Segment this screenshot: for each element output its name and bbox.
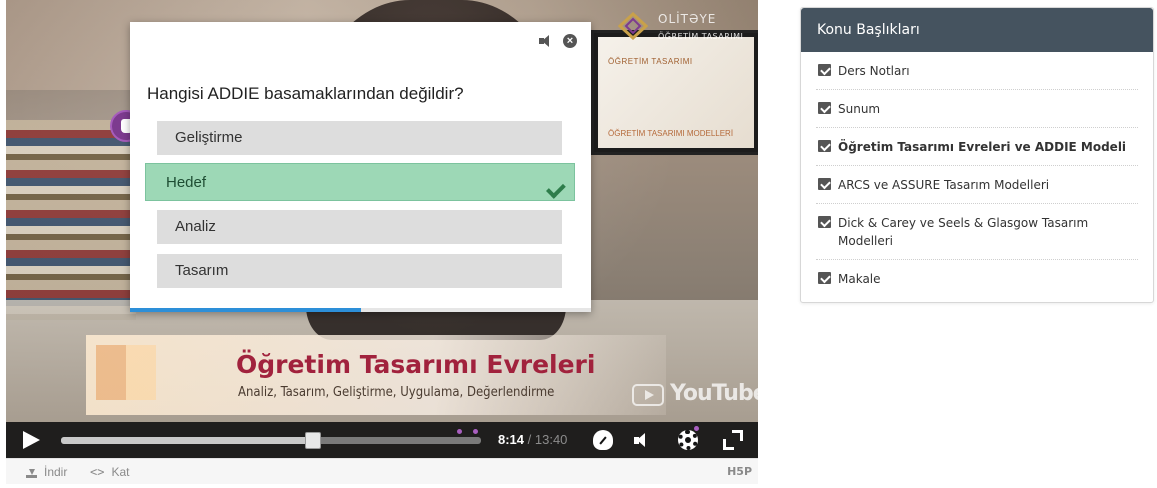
seek-bar-played [61, 437, 313, 444]
quiz-option[interactable]: Tasarım [157, 254, 562, 288]
logo-mark-icon [618, 12, 648, 40]
quiz-progress-bar [130, 308, 591, 312]
download-label: İndir [44, 465, 68, 479]
embed-button[interactable]: <> Kat [90, 465, 129, 479]
topic-label: Dick & Carey ve Seels & Glasgow Tasarım … [838, 216, 1089, 248]
check-icon [544, 174, 564, 188]
lower-third-subtitle: Analiz, Tasarım, Geliştirme, Uygulama, D… [238, 385, 555, 400]
quiz-option[interactable]: Analiz [157, 210, 562, 244]
total-time: / 13:40 [527, 432, 568, 447]
monitor-text-sub: ÖĞRETİM TASARIMI MODELLERİ [608, 129, 734, 138]
video-monitor: ÖĞRETİM TASARIMI ÖĞRETİM TASARIMI MODELL… [591, 30, 758, 155]
quiz-option[interactable]: Geliştirme [157, 121, 562, 155]
youtube-play-icon [632, 384, 664, 406]
topic-item[interactable]: Dick & Carey ve Seels & Glasgow Tasarım … [816, 204, 1138, 260]
play-icon[interactable] [23, 431, 40, 449]
topic-label: ARCS ve ASSURE Tasarım Modelleri [838, 178, 1050, 192]
volume-icon[interactable] [634, 432, 654, 448]
interaction-marker-dot[interactable] [457, 429, 462, 434]
topic-item[interactable]: Sunum [816, 90, 1138, 128]
topic-label: Makale [838, 272, 881, 286]
h5p-logo[interactable]: H5P [727, 465, 752, 478]
lower-third-decoration [96, 345, 156, 400]
player-controls: 8:14 / 13:40 [6, 422, 758, 458]
quality-icon[interactable] [593, 430, 613, 450]
seek-bar[interactable] [61, 429, 481, 449]
topic-item-active[interactable]: Öğretim Tasarımı Evreleri ve ADDIE Model… [816, 128, 1138, 166]
document-check-icon [818, 102, 831, 114]
fullscreen-icon[interactable] [723, 430, 743, 450]
monitor-screen: ÖĞRETİM TASARIMI ÖĞRETİM TASARIMI MODELL… [598, 37, 754, 148]
quiz-progress-fill [130, 308, 361, 312]
interactive-video-player: ÖĞRETİM TASARIMI ÖĞRETİM TASARIMI MODELL… [6, 0, 758, 488]
quiz-tools: × [539, 34, 577, 48]
quiz-option-label: Hedef [166, 174, 207, 191]
quiz-question: Hangisi ADDIE basamaklarından değildir? [147, 84, 464, 103]
lower-third-title: Öğretim Tasarımı Evreleri [236, 350, 596, 379]
video-background-books [6, 120, 136, 320]
topic-label: Sunum [838, 102, 881, 116]
channel-logo: OLİTƏYE ÖĞRETİM TASARIMI [618, 10, 758, 44]
topic-label: Ders Notları [838, 64, 910, 78]
monitor-text-title: ÖĞRETİM TASARIMI [608, 57, 693, 66]
embed-icon: <> [90, 465, 105, 479]
topic-item[interactable]: Makale [816, 260, 1138, 297]
quiz-option-correct[interactable]: Hedef [145, 163, 575, 201]
seek-handle[interactable] [305, 432, 321, 449]
topic-item[interactable]: Ders Notları [816, 52, 1138, 90]
document-check-icon [818, 64, 831, 76]
quiz-dialog: × Hangisi ADDIE basamaklarından değildir… [130, 22, 591, 312]
settings-indicator-dot [694, 426, 699, 431]
speaker-icon[interactable] [539, 34, 553, 48]
topics-list: Ders Notları Sunum Öğretim Tasarımı Evre… [801, 52, 1153, 297]
gear-icon[interactable] [678, 430, 698, 450]
document-check-icon [818, 272, 831, 284]
topics-panel: Konu Başlıkları Ders Notları Sunum Öğret… [800, 7, 1154, 303]
document-check-icon [818, 216, 831, 228]
download-icon [26, 467, 37, 478]
close-icon[interactable]: × [563, 34, 577, 48]
logo-sub-text: ÖĞRETİM TASARIMI [658, 32, 744, 41]
player-footer: İndir <> Kat H5P [6, 458, 758, 484]
topics-header: Konu Başlıkları [801, 8, 1153, 52]
interaction-marker-dot[interactable] [473, 429, 478, 434]
topic-label: Öğretim Tasarımı Evreleri ve ADDIE Model… [838, 140, 1127, 154]
time-display: 8:14 / 13:40 [498, 432, 567, 447]
document-check-icon [818, 178, 831, 190]
topic-item[interactable]: ARCS ve ASSURE Tasarım Modelleri [816, 166, 1138, 204]
download-button[interactable]: İndir [26, 465, 67, 479]
document-check-icon [818, 140, 831, 152]
current-time: 8:14 [498, 432, 525, 447]
embed-label: Kat [111, 465, 130, 479]
youtube-watermark[interactable]: YouTube [670, 381, 758, 409]
logo-top-text: OLİTƏYE [658, 12, 717, 26]
